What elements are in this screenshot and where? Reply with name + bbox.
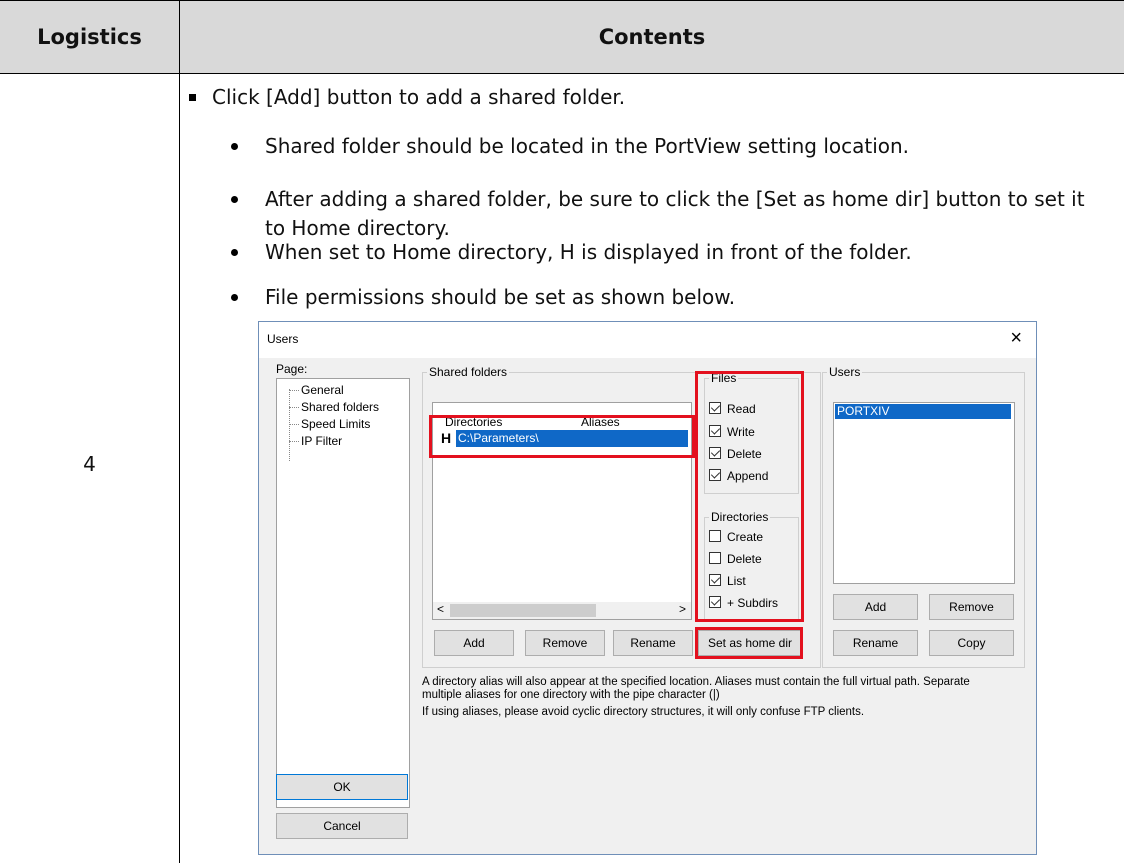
add-user-button[interactable]: Add [833,594,918,620]
column-divider [179,0,180,863]
row-number: 4 [83,452,96,476]
cancel-button[interactable]: Cancel [276,813,408,839]
header-contents: Contents [598,25,706,49]
tree-item-ip-filter[interactable]: IP Filter [301,434,342,448]
dot-bullet-icon [231,196,238,203]
sub-bullet: When set to Home directory, H is display… [231,238,1085,267]
rename-user-button[interactable]: Rename [833,630,918,656]
sub-bullet: After adding a shared folder, be sure to… [231,185,1085,243]
dot-bullet-icon [231,294,238,301]
users-list[interactable]: PORTXIV [833,402,1015,584]
sub-bullet: File permissions should be set as shown … [231,283,1085,312]
remove-user-button[interactable]: Remove [929,594,1014,620]
scroll-left-icon[interactable]: < [437,602,444,616]
tree-connector [289,390,299,391]
sub-bullet-text: After adding a shared folder, be sure to… [265,187,1085,240]
dialog-title: Users [267,332,299,346]
copy-user-button[interactable]: Copy [929,630,1014,656]
shared-folders-title: Shared folders [427,365,510,379]
sub-bullet-text: Shared folder should be located in the P… [265,134,910,158]
tree-connector [289,441,299,442]
sub-bullet-text: File permissions should be set as shown … [265,285,736,309]
table-header: Logistics Contents [0,0,1124,74]
tree-item-speed-limits[interactable]: Speed Limits [301,417,370,431]
scroll-right-icon[interactable]: > [679,602,686,616]
scroll-thumb[interactable] [450,604,596,617]
tree-item-shared-folders[interactable]: Shared folders [301,400,379,414]
rename-folder-button[interactable]: Rename [613,630,693,656]
header-logistics: Logistics [37,25,142,49]
tree-connector [289,389,290,461]
folder-highlight [429,415,695,458]
ok-button[interactable]: OK [276,774,408,800]
permissions-highlight [695,371,804,622]
square-bullet-icon [189,94,196,101]
tree-connector [289,407,299,408]
tree-item-general[interactable]: General [301,383,344,397]
users-title: Users [827,365,863,379]
dot-bullet-icon [231,143,238,150]
add-folder-button[interactable]: Add [434,630,514,656]
sub-bullet-text: When set to Home directory, H is display… [265,240,912,264]
dialog-titlebar: Users × [259,322,1036,358]
main-bullet-text: Click [Add] button to add a shared folde… [212,85,626,109]
set-home-highlight [695,627,803,659]
close-icon[interactable]: × [1010,328,1022,348]
users-dialog: Users × Page: General Shared folders Spe… [258,321,1037,855]
dot-bullet-icon [231,249,238,256]
tree-connector [289,424,299,425]
document-table: Logistics Contents 4 Click [Add] button … [0,0,1124,863]
cyclic-note: If using aliases, please avoid cyclic di… [422,706,865,718]
page-tree: General Shared folders Speed Limits IP F… [276,378,410,808]
user-item[interactable]: PORTXIV [835,404,1011,419]
horizontal-scrollbar[interactable]: < > [433,602,691,619]
main-bullet: Click [Add] button to add a shared folde… [189,85,626,109]
remove-folder-button[interactable]: Remove [525,630,605,656]
page-label: Page: [276,362,308,376]
alias-note: A directory alias will also appear at th… [422,676,970,701]
sub-bullet: Shared folder should be located in the P… [231,132,1085,161]
